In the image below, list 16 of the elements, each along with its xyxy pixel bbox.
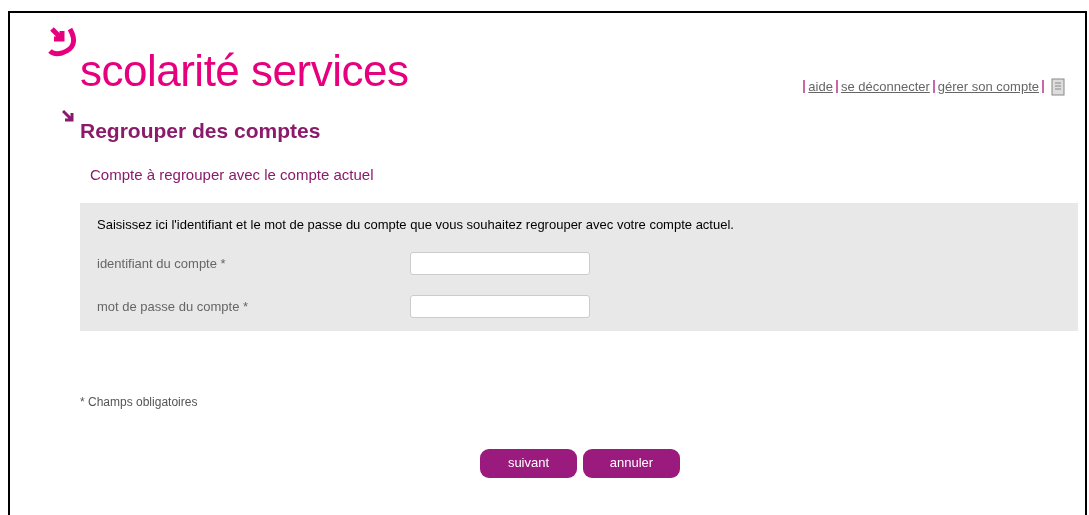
logo-text: scolarité services — [80, 49, 409, 93]
input-field[interactable] — [410, 252, 590, 275]
section-title: Compte à regrouper avec le compte actuel — [90, 165, 375, 185]
header-link[interactable]: se déconnecter — [840, 77, 930, 97]
footnote: * Champs obligatoires — [80, 393, 199, 411]
document-icon[interactable] — [1051, 77, 1065, 96]
header-link[interactable]: gérer son compte — [937, 77, 1039, 97]
form-button[interactable]: annuler — [583, 448, 680, 478]
input-field[interactable] — [410, 295, 590, 318]
page-title: Regrouper des comptes — [80, 117, 321, 144]
arrow-icon — [62, 109, 74, 122]
field-label: identifiant du compte * — [97, 254, 227, 273]
form-instructions: Saisissez ici l'identifiant et le mot de passe du compte que vous souhaitez regrouper avec votre compte actuel. — [97, 215, 735, 234]
field-label: mot de passe du compte * — [97, 297, 250, 316]
form-button[interactable]: suivant — [480, 448, 577, 478]
header-link[interactable]: aide — [808, 77, 833, 97]
